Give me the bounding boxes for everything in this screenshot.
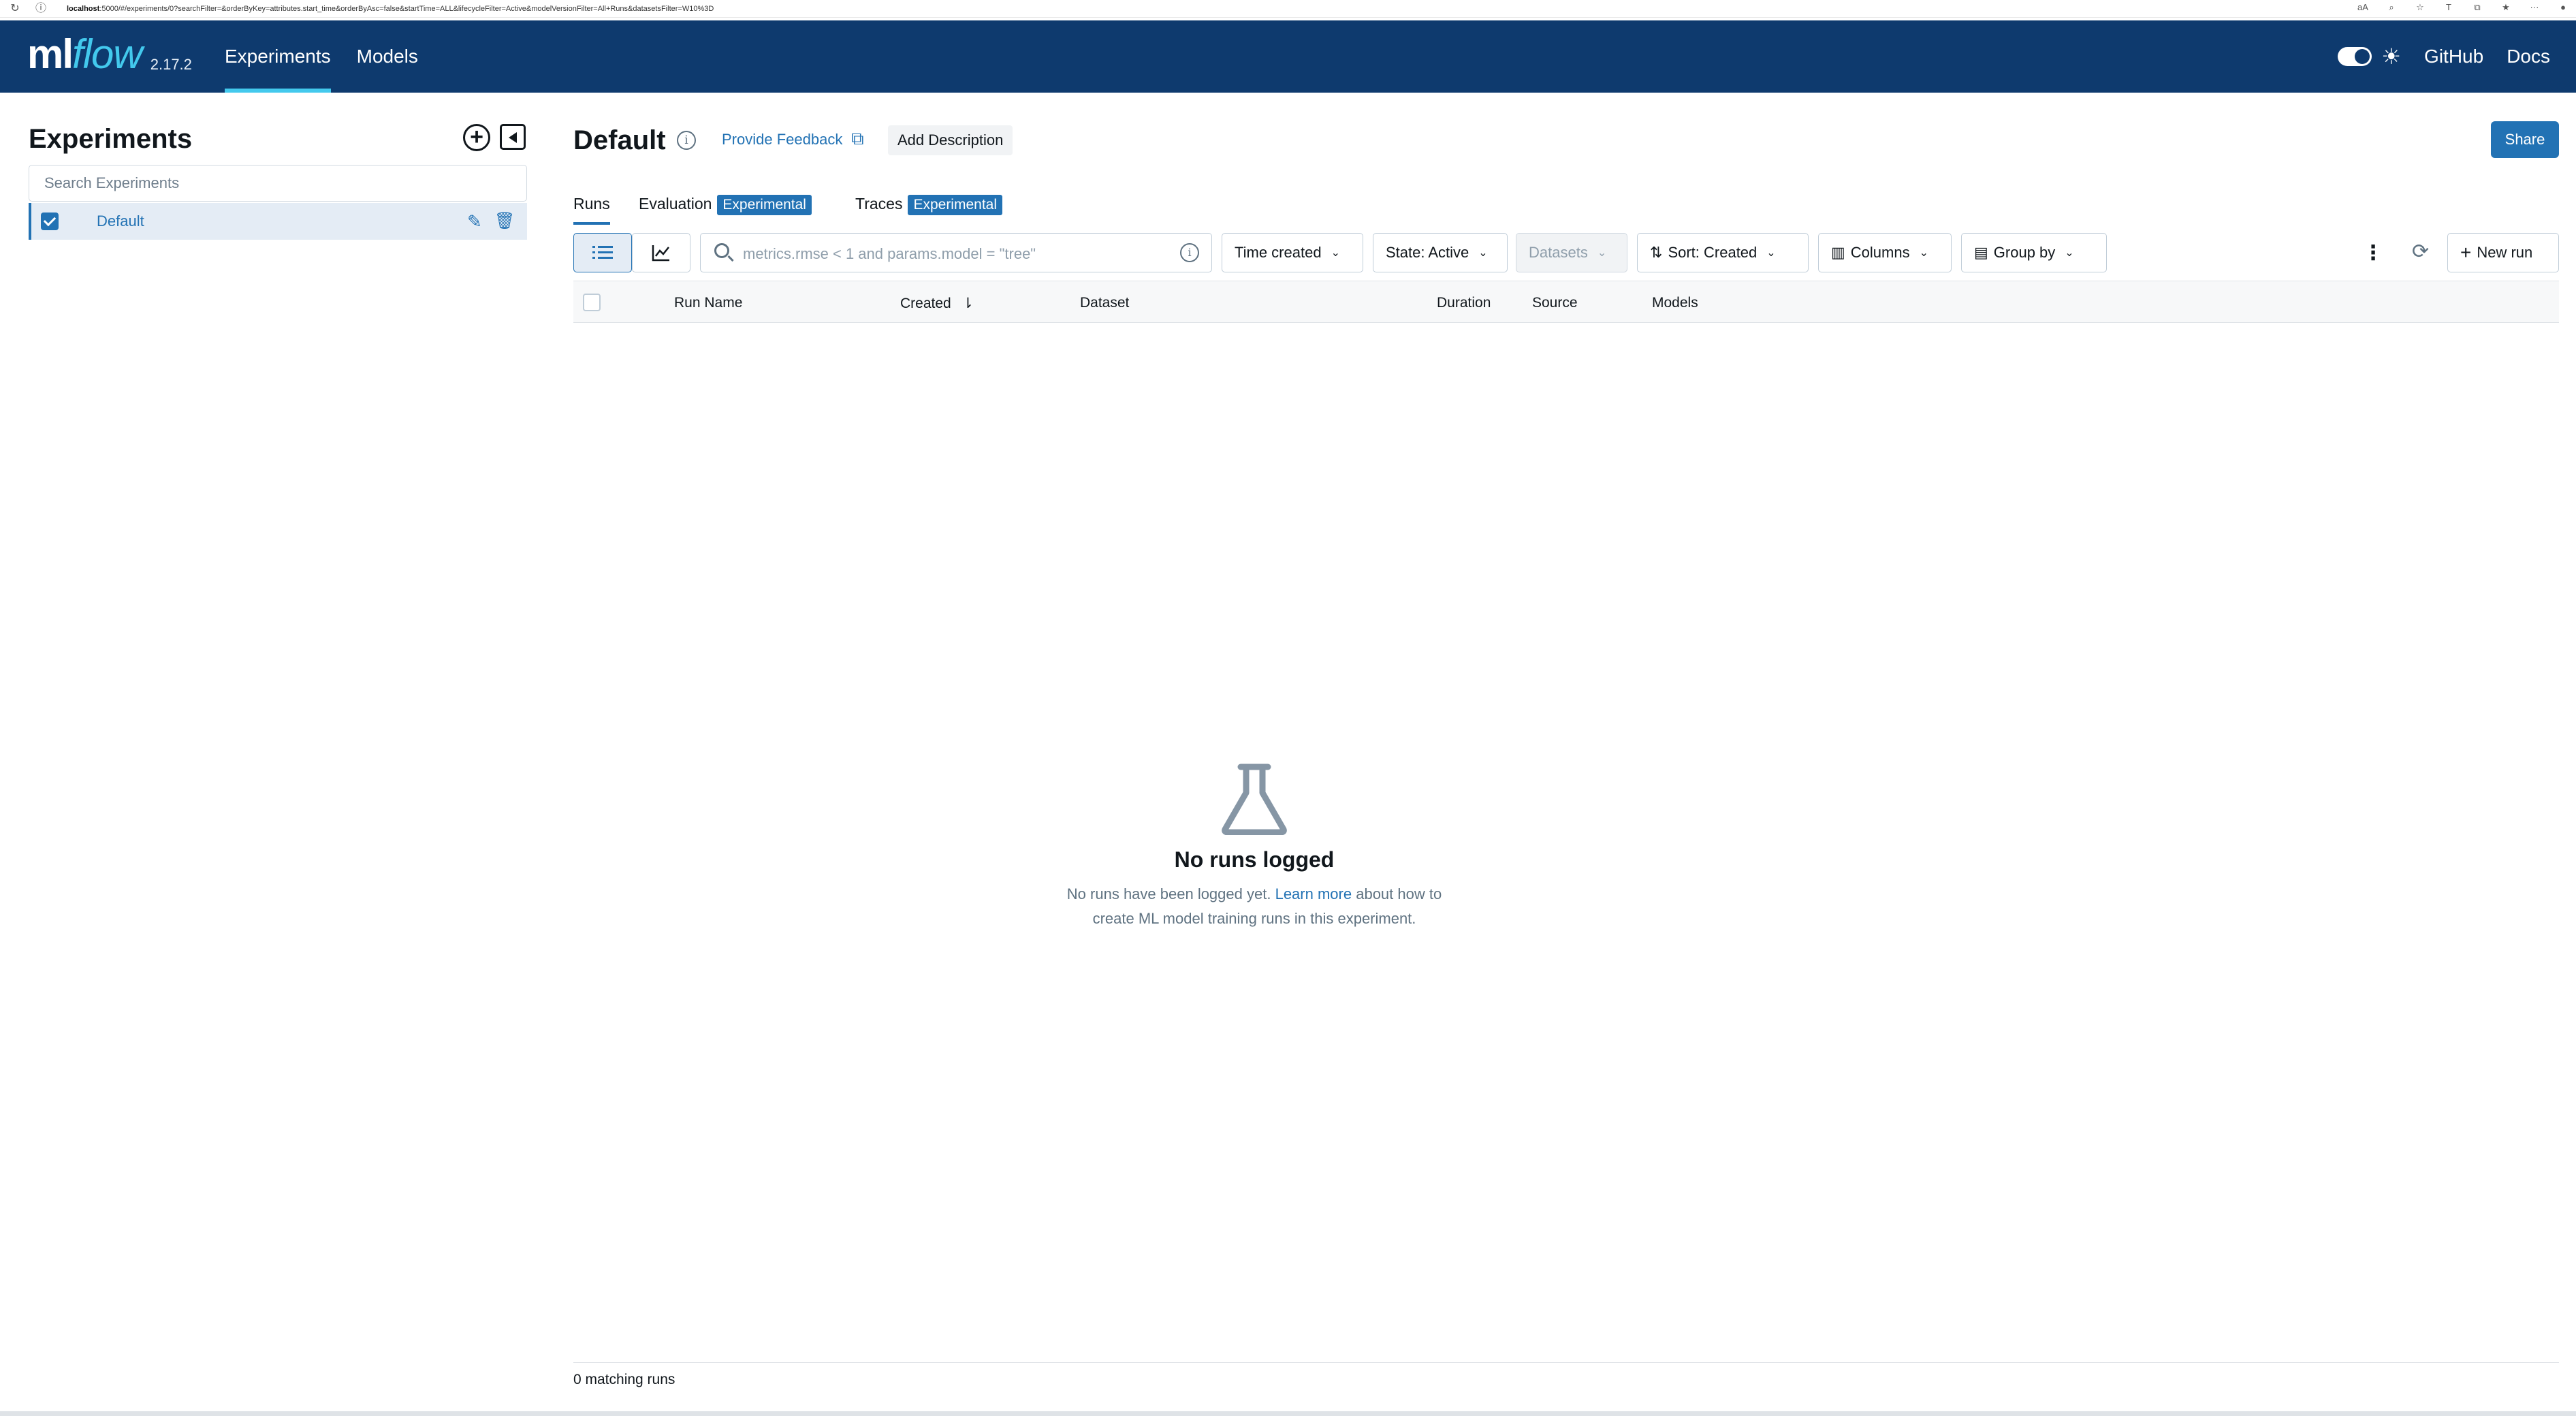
- chevron-down-icon: ⌄: [1919, 247, 1929, 259]
- add-description-button[interactable]: Add Description: [888, 125, 1013, 155]
- trash-icon[interactable]: 🗑: [494, 211, 515, 231]
- tab-evaluation[interactable]: Evaluation Experimental: [639, 195, 812, 229]
- favorites-bar-icon[interactable]: ★: [2500, 2, 2512, 13]
- new-run-button[interactable]: + New run: [2447, 233, 2559, 272]
- columns-dropdown[interactable]: ▥ Columns ⌄: [1818, 233, 1952, 272]
- empty-state: No runs logged No runs have been logged …: [914, 763, 1595, 931]
- dark-mode-toggle[interactable]: [2338, 47, 2372, 66]
- select-all-checkbox[interactable]: [583, 294, 601, 311]
- mlflow-logo[interactable]: ml flow 2.17.2: [27, 34, 192, 75]
- more-icon[interactable]: ···: [2528, 2, 2541, 13]
- header-nav: Experiments Models: [225, 20, 418, 93]
- runs-search-input[interactable]: metrics.rmse < 1 and params.model = "tre…: [700, 233, 1212, 272]
- page-title: Default: [573, 125, 666, 155]
- info-icon[interactable]: i: [677, 131, 696, 150]
- sort-dropdown[interactable]: ⇅ Sort: Created ⌄: [1637, 233, 1809, 272]
- nav-experiments[interactable]: Experiments: [225, 20, 331, 93]
- browser-tools: aA ⌕ ☆ T ⧉ ★ ··· ●: [2357, 2, 2569, 13]
- sun-icon: ☀: [2381, 44, 2402, 69]
- reload-icon[interactable]: ↻: [8, 2, 22, 16]
- column-run-name[interactable]: Run Name: [674, 295, 742, 311]
- edit-pencil-icon[interactable]: ✎: [467, 211, 482, 232]
- line-chart-icon: [652, 245, 669, 262]
- columns-icon: ▥: [1831, 244, 1845, 261]
- chevron-down-icon: ⌄: [1597, 247, 1607, 259]
- datasets-dropdown[interactable]: Datasets ⌄: [1516, 233, 1627, 272]
- chevron-down-icon: ⌄: [1766, 247, 1776, 259]
- top-header: ml flow 2.17.2 Experiments Models ☀ GitH…: [0, 20, 2576, 93]
- column-models[interactable]: Models: [1652, 295, 1698, 311]
- github-link[interactable]: GitHub: [2424, 46, 2483, 67]
- split-screen-icon[interactable]: ⧉: [2471, 2, 2483, 13]
- search-icon: [714, 243, 729, 258]
- plus-icon: +: [2460, 242, 2472, 263]
- list-icon: [592, 246, 613, 259]
- empty-description: No runs have been logged yet. Learn more…: [1066, 885, 1442, 927]
- header-right: ☀ GitHub Docs: [2338, 20, 2550, 93]
- create-experiment-icon[interactable]: +: [463, 124, 490, 151]
- search-experiments-input[interactable]: Search Experiments: [29, 165, 527, 202]
- state-dropdown[interactable]: State: Active ⌄: [1373, 233, 1508, 272]
- read-aloud-icon[interactable]: aA: [2357, 2, 2369, 13]
- chevron-down-icon: ⌄: [1331, 247, 1340, 259]
- empty-title: No runs logged: [1174, 847, 1335, 872]
- sort-desc-icon: ⇂: [961, 296, 974, 311]
- chart-view-button[interactable]: [632, 233, 690, 272]
- extension-icon[interactable]: T: [2443, 2, 2455, 13]
- flask-icon: [1222, 764, 1287, 835]
- runs-toolbar: metrics.rmse < 1 and params.model = "tre…: [573, 233, 2559, 272]
- zoom-icon[interactable]: ⌕: [2385, 2, 2398, 13]
- tab-traces[interactable]: Traces Experimental: [855, 195, 1003, 229]
- experimental-badge: Experimental: [908, 195, 1003, 215]
- provide-feedback-link[interactable]: Provide Feedback: [722, 131, 842, 148]
- group-by-dropdown[interactable]: ▤ Group by ⌄: [1961, 233, 2107, 272]
- url-text[interactable]: localhost:5000/#/experiments/0?searchFil…: [67, 5, 714, 13]
- experimental-badge: Experimental: [717, 195, 812, 215]
- tab-runs[interactable]: Runs: [573, 195, 610, 229]
- collapse-sidebar-icon[interactable]: [500, 124, 526, 150]
- window-bottom-edge: [0, 1411, 2576, 1416]
- tab-bar: Runs Evaluation Experimental Traces Expe…: [573, 195, 2559, 229]
- sidebar-title: Experiments: [29, 124, 193, 154]
- version-label: 2.17.2: [150, 56, 192, 73]
- column-created[interactable]: Created ⇂: [900, 295, 974, 312]
- browser-url-bar: ↻ ⓘ localhost:5000/#/experiments/0?searc…: [0, 0, 2576, 18]
- nav-models[interactable]: Models: [357, 20, 418, 93]
- experiment-name[interactable]: Default: [97, 213, 144, 230]
- column-dataset[interactable]: Dataset: [1080, 295, 1129, 311]
- experiment-item-default[interactable]: Default ✎ 🗑: [29, 203, 527, 240]
- sort-icon: ⇅: [1650, 244, 1663, 261]
- group-icon: ▤: [1974, 244, 1988, 261]
- chevron-down-icon: ⌄: [1478, 247, 1488, 259]
- time-created-dropdown[interactable]: Time created ⌄: [1222, 233, 1363, 272]
- site-info-icon[interactable]: ⓘ: [34, 2, 48, 16]
- external-link-icon[interactable]: ⧉: [851, 128, 864, 150]
- learn-more-link[interactable]: Learn more: [1275, 885, 1352, 902]
- experiment-checkbox[interactable]: [41, 213, 59, 230]
- favorite-icon[interactable]: ☆: [2414, 2, 2426, 13]
- docs-link[interactable]: Docs: [2507, 46, 2550, 67]
- chevron-down-icon: ⌄: [2065, 247, 2074, 259]
- table-view-button[interactable]: [573, 233, 632, 272]
- runs-table-header: Run Name Created ⇂ Dataset Duration Sour…: [573, 281, 2559, 323]
- column-source[interactable]: Source: [1532, 295, 1578, 311]
- more-options-icon[interactable]: ⋮: [2363, 241, 2383, 265]
- profile-icon[interactable]: ●: [2557, 2, 2569, 13]
- matching-runs-count: 0 matching runs: [573, 1372, 675, 1387]
- search-info-icon[interactable]: i: [1180, 243, 1199, 262]
- share-button[interactable]: Share: [2491, 121, 2559, 158]
- column-duration[interactable]: Duration: [1437, 295, 1491, 311]
- refresh-icon[interactable]: ⟳: [2412, 240, 2429, 264]
- footer-divider: [573, 1362, 2559, 1363]
